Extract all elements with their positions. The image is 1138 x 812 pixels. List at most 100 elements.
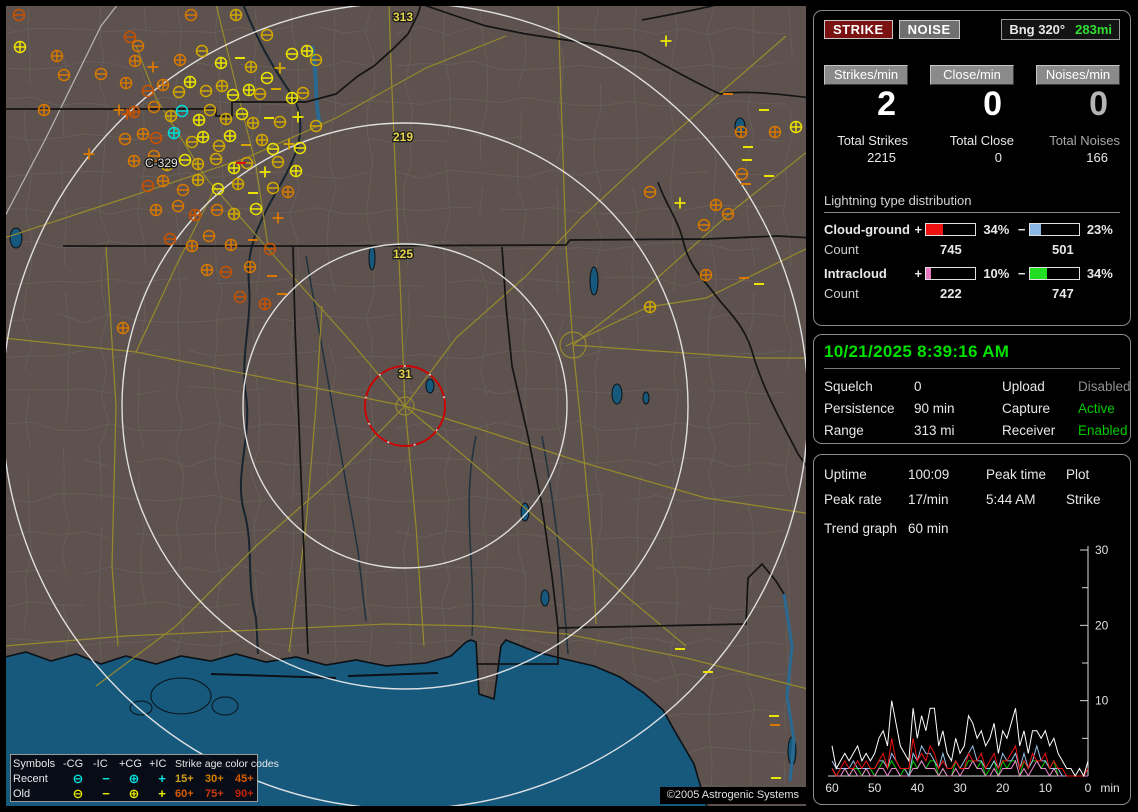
trend-graph-label: Trend graph [824,521,898,536]
strike-marker [196,130,210,144]
strike-marker [709,198,723,212]
strike-marker [50,49,64,63]
ring-label: 125 [393,247,413,261]
lightning-map[interactable]: 313 219 125 31 C-329 Symbols -CG -IC +CG +IC Stri… [6,6,806,806]
status-grid: Squelch 0 Upload Disabled Persistence 90… [824,379,1131,438]
plus-sign: + [914,266,923,281]
legend-age-row-label: Recent [13,772,48,785]
cloud-ground-label: Cloud-ground [824,222,910,237]
ic-plus-icon: + [158,771,166,786]
cg-count-row: Count 745 501 [824,242,1120,257]
trend-panel: Uptime 100:09 Peak time Plot Peak rate 1… [813,454,1131,805]
x-axis-unit: min [1100,781,1119,795]
lake [589,266,599,296]
strike-marker [156,78,170,92]
strike-marker [219,112,233,126]
strike-marker [789,120,803,134]
upload-label: Upload [1002,379,1045,394]
strike-counters-panel: STRIKE NOISE Bng 320° 283mi Strikes/min … [813,10,1131,326]
strike-mode-button[interactable]: STRIKE [824,20,893,39]
squelch-value: 0 [914,379,922,394]
strike-marker [289,164,303,178]
map-legend: Symbols -CG -IC +CG +IC Strike age color code… [10,754,279,802]
strike-marker [200,263,214,277]
legend-symbol-header: -CG [63,757,84,770]
noises-per-min-button[interactable]: Noises/min [1036,65,1120,85]
strike-marker [244,60,258,74]
trend-graph: 10 20 30 60 50 40 30 20 10 0 min [825,543,1119,795]
total-close-label: Total Close [949,133,1014,148]
storm-cell-label: C-329 [145,156,178,170]
age-code: 60+ [175,787,194,800]
x-tick-label: 20 [996,781,1010,795]
cg-positive-pct: 34% [983,222,1010,237]
strike-marker [192,113,206,127]
strike-marker [255,133,269,147]
peak-rate-value: 17/min [908,492,949,507]
cg-negative-count: 501 [1052,242,1074,257]
ring-label: 219 [393,130,413,144]
cg-positive-count: 745 [940,242,962,257]
legend-symbol-header: +IC [149,757,167,770]
minus-sign: − [1017,222,1026,237]
nexstorm-window: { "top_panel": { "strike_btn": "STRIKE",… [0,0,1138,812]
age-code: 75+ [205,787,224,800]
lake [540,589,550,607]
noise-mode-button[interactable]: NOISE [898,20,960,39]
lake [425,378,435,394]
strike-marker [167,126,181,140]
strikes-per-min-button[interactable]: Strikes/min [824,65,908,85]
ic-negative-count: 747 [1052,286,1074,301]
lake [642,391,650,405]
ring-label: 313 [393,10,413,24]
close-per-min-button[interactable]: Close/min [930,65,1014,85]
cg-minus-icon: ⊖ [72,771,84,786]
uptime-grid: Uptime 100:09 Peak time Plot Peak rate 1… [824,467,1120,507]
bearing-value: Bng 320° [1009,22,1066,37]
x-tick-label: 50 [868,781,882,795]
age-code: 15+ [175,772,194,785]
ring-label: 31 [398,367,412,381]
age-code: 90+ [235,787,254,800]
intracloud-label: Intracloud [824,266,887,281]
cg-plus-icon: ⊕ [128,786,140,801]
ic-negative-bar [1028,267,1080,280]
strike-marker [258,297,272,311]
plot-mode-value: Strike [1066,492,1101,507]
x-tick-label: 0 [1085,781,1092,795]
strike-marker [734,125,748,139]
capture-label: Capture [1002,401,1051,416]
plus-sign: + [914,222,923,237]
strike-marker [183,75,197,89]
lake [368,245,376,271]
plot-label: Plot [1066,467,1090,482]
receiver-label: Receiver [1002,423,1056,438]
strike-marker [37,103,51,117]
intracloud-row: Intracloud + 10% − 34% [824,266,1120,281]
cg-negative-bar [1028,223,1080,236]
x-tick-label: 30 [953,781,967,795]
bearing-readout: Bng 320° 283mi [1001,19,1120,40]
strike-marker [127,105,141,119]
strike-marker [127,154,141,168]
lightning-type-distribution: Lightning type distribution Cloud-ground… [824,193,1120,301]
strike-marker [119,76,133,90]
bearing-distance: 283mi [1075,22,1112,37]
cg-minus-icon: ⊖ [72,786,84,801]
y-tick-label: 30 [1095,543,1109,557]
strike-marker [156,174,170,188]
strike-marker [231,177,245,191]
strike-marker [643,300,657,314]
strike-marker [246,116,260,130]
lake [611,383,623,405]
strike-age-header: Strike age color codes [175,757,279,770]
x-tick-label: 60 [825,781,839,795]
strike-marker [188,208,202,222]
strike-marker [229,8,243,22]
total-noises-value: 166 [1086,150,1108,165]
ic-count-row: Count 222 747 [824,286,1120,301]
map-canvas: 313 219 125 31 C-329 [6,6,806,806]
legend-age-row-label: Old [13,787,31,800]
capture-status: Active [1078,401,1115,416]
strike-marker [173,53,187,67]
